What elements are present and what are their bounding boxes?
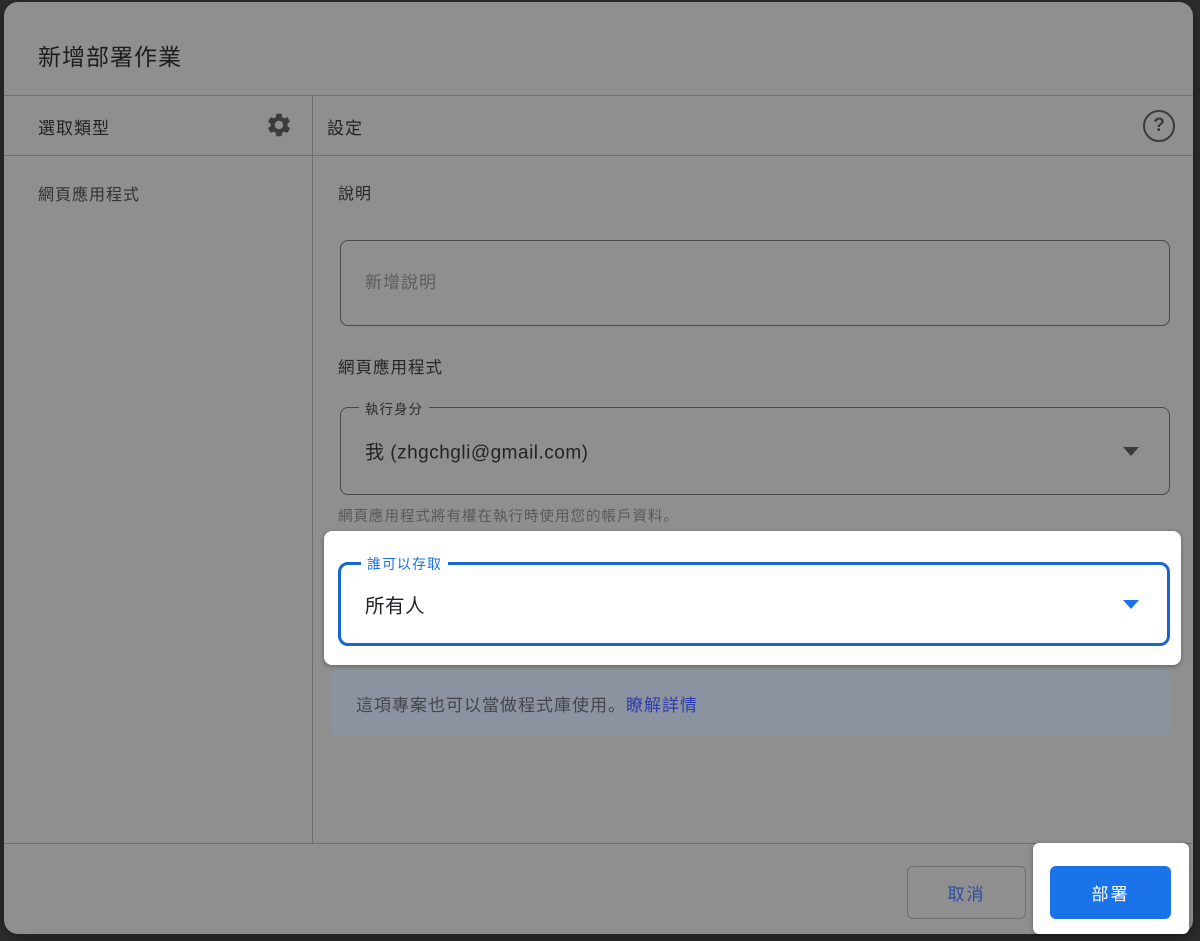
who-has-access-value: 所有人 bbox=[365, 590, 425, 619]
chevron-down-icon bbox=[1123, 600, 1139, 609]
description-label: 說明 bbox=[338, 180, 372, 204]
description-input[interactable] bbox=[340, 240, 1170, 326]
web-app-section-label: 網頁應用程式 bbox=[338, 354, 443, 378]
execute-as-helper-text: 網頁應用程式將有權在執行時使用您的帳戶資料。 bbox=[338, 505, 679, 526]
library-info-box: 這項專案也可以當做程式庫使用。 瞭解詳情 bbox=[330, 670, 1170, 736]
access-highlight-callout: 誰可以存取 所有人 bbox=[324, 531, 1181, 665]
divider bbox=[4, 155, 1193, 156]
who-has-access-select[interactable]: 誰可以存取 所有人 bbox=[338, 562, 1170, 646]
divider bbox=[4, 95, 1193, 96]
deploy-highlight-callout: 部署 bbox=[1033, 843, 1189, 934]
settings-button[interactable] bbox=[265, 111, 293, 139]
help-icon[interactable]: ? bbox=[1143, 110, 1175, 142]
library-info-text: 這項專案也可以當做程式庫使用。 bbox=[356, 691, 626, 716]
settings-header: 設定 bbox=[327, 114, 363, 139]
new-deployment-dialog: 新增部署作業 選取類型 設定 ? 網頁應用程式 說明 網頁應用程式 執行身分 我… bbox=[4, 2, 1193, 934]
divider bbox=[4, 843, 1193, 844]
execute-as-label: 執行身分 bbox=[359, 398, 429, 418]
chevron-down-icon bbox=[1123, 447, 1139, 456]
page-title: 新增部署作業 bbox=[38, 38, 182, 72]
cancel-button[interactable]: 取消 bbox=[907, 866, 1026, 919]
deploy-button[interactable]: 部署 bbox=[1050, 866, 1171, 919]
execute-as-value: 我 (zhgchgli@gmail.com) bbox=[365, 438, 589, 465]
learn-more-link[interactable]: 瞭解詳情 bbox=[626, 691, 698, 716]
divider bbox=[312, 96, 313, 843]
execute-as-select[interactable]: 執行身分 我 (zhgchgli@gmail.com) bbox=[340, 407, 1170, 495]
select-type-header: 選取類型 bbox=[38, 114, 110, 139]
sidebar-item-web-app[interactable]: 網頁應用程式 bbox=[38, 181, 140, 205]
gear-icon bbox=[265, 126, 293, 143]
who-has-access-label: 誰可以存取 bbox=[361, 554, 448, 574]
